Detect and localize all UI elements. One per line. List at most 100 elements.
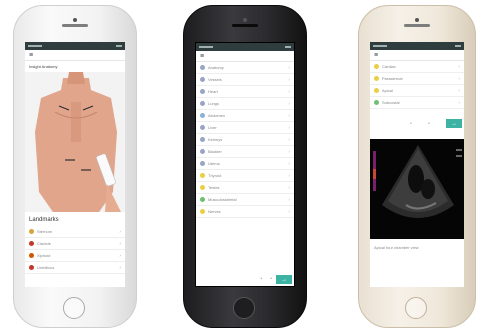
menu-icon[interactable]: ≡ <box>29 52 33 59</box>
arrow-right-icon: → <box>451 120 457 127</box>
category-dot-icon <box>200 65 205 70</box>
list-item[interactable]: Testes › <box>196 182 294 194</box>
phone-center-screen: ≡ Anatomy › Vessels › Heart › Lungs › Abdome… <box>195 42 295 287</box>
next-button[interactable]: → <box>276 275 292 284</box>
status-bar <box>25 42 125 50</box>
category-dot-icon <box>200 161 205 166</box>
arrow-right-icon: → <box>281 276 287 283</box>
category-dot-icon <box>200 137 205 142</box>
list-item[interactable]: Heart › <box>196 86 294 98</box>
list-item[interactable]: Uterus › <box>196 158 294 170</box>
home-button[interactable] <box>405 297 427 319</box>
chevron-right-icon: › <box>288 184 290 191</box>
more-icon[interactable]: • <box>410 121 412 127</box>
chevron-right-icon: › <box>458 87 460 94</box>
list-item[interactable]: Umbilicus › <box>25 262 125 274</box>
list-item[interactable]: Clavicle › <box>25 238 125 250</box>
list-item[interactable]: Cardiac › <box>370 61 464 73</box>
chevron-right-icon: › <box>119 264 121 271</box>
list-item[interactable]: Vessels › <box>196 74 294 86</box>
chevron-right-icon: › <box>458 99 460 106</box>
chevron-right-icon: › <box>288 196 290 203</box>
category-dot-icon <box>374 76 379 81</box>
app-toolbar: ≡ <box>196 51 294 62</box>
earpiece-speaker <box>62 24 88 27</box>
front-camera <box>415 18 419 22</box>
chevron-right-icon: › <box>288 148 290 155</box>
chevron-right-icon: › <box>288 208 290 215</box>
chevron-right-icon: › <box>119 240 121 247</box>
list-item[interactable]: Sternum › <box>25 226 125 238</box>
phone-right: ≡ Cardiac › Parasternal › Apical › Subcosta… <box>358 5 476 328</box>
chevron-right-icon: › <box>119 228 121 235</box>
front-camera <box>243 18 247 22</box>
list-item[interactable]: Bladder › <box>196 146 294 158</box>
more-icon[interactable]: • <box>260 276 262 282</box>
ultrasound-sector <box>370 139 464 239</box>
home-button[interactable] <box>63 297 85 319</box>
scan-caption: Apical four chamber view <box>374 245 419 250</box>
category-dot-icon <box>200 77 205 82</box>
status-bar <box>196 43 294 51</box>
phone-center: ≡ Anatomy › Vessels › Heart › Lungs › Abdome… <box>183 5 307 328</box>
chevron-right-icon: › <box>288 124 290 131</box>
menu-icon[interactable]: ≡ <box>374 52 378 59</box>
phone-right-screen: ≡ Cardiac › Parasternal › Apical › Subcosta… <box>370 42 464 287</box>
list-item[interactable]: Thyroid › <box>196 170 294 182</box>
chevron-right-icon: › <box>288 88 290 95</box>
list-item[interactable]: Musculoskeletal › <box>196 194 294 206</box>
category-dot-icon <box>200 113 205 118</box>
home-button[interactable] <box>233 297 255 319</box>
chevron-right-icon: › <box>288 172 290 179</box>
earpiece-speaker <box>232 24 258 27</box>
app-toolbar: ≡ <box>25 50 125 61</box>
chevron-right-icon: › <box>288 136 290 143</box>
category-dot-icon <box>374 88 379 93</box>
list-item[interactable]: Xiphoid › <box>25 250 125 262</box>
anatomy-illustration[interactable] <box>25 72 125 212</box>
category-dot-icon <box>29 241 34 246</box>
list-item[interactable]: Kidneys › <box>196 134 294 146</box>
list-item[interactable]: Liver › <box>196 122 294 134</box>
view-list: Cardiac › Parasternal › Apical › Subcostal › <box>370 61 464 109</box>
category-dot-icon <box>200 197 205 202</box>
chevron-right-icon: › <box>288 160 290 167</box>
status-bar <box>370 42 464 50</box>
category-dot-icon <box>200 125 205 130</box>
list-item[interactable]: Subcostal › <box>370 97 464 109</box>
torso-figure <box>25 72 125 212</box>
more-icon[interactable]: • <box>270 276 272 282</box>
category-dot-icon <box>200 173 205 178</box>
earpiece-speaker <box>404 24 430 27</box>
category-dot-icon <box>29 253 34 258</box>
list-item[interactable]: Abdomen › <box>196 110 294 122</box>
phone-left: ≡ Insight Anatomy Landmarks Sternum › Cla… <box>13 5 137 328</box>
chevron-right-icon: › <box>119 252 121 259</box>
list-item[interactable]: Parasternal › <box>370 73 464 85</box>
category-dot-icon <box>29 229 34 234</box>
phone-left-screen: ≡ Insight Anatomy Landmarks Sternum › Cla… <box>25 42 125 287</box>
landmark-list: Sternum › Clavicle › Xiphoid › Umbilicus › <box>25 226 125 274</box>
list-item[interactable]: Nerves › <box>196 206 294 218</box>
ultrasound-image[interactable] <box>370 139 464 239</box>
chevron-right-icon: › <box>288 100 290 107</box>
list-item[interactable]: Anatomy › <box>196 62 294 74</box>
section-heading: Landmarks <box>29 217 59 223</box>
chevron-right-icon: › <box>458 63 460 70</box>
chevron-right-icon: › <box>288 64 290 71</box>
category-dot-icon <box>200 101 205 106</box>
category-dot-icon <box>200 209 205 214</box>
more-icon[interactable]: • <box>428 121 430 127</box>
list-item[interactable]: Lungs › <box>196 98 294 110</box>
chevron-right-icon: › <box>288 76 290 83</box>
category-dot-icon <box>374 64 379 69</box>
category-dot-icon <box>374 100 379 105</box>
menu-icon[interactable]: ≡ <box>200 53 204 60</box>
list-item[interactable]: Apical › <box>370 85 464 97</box>
app-toolbar: ≡ <box>370 50 464 61</box>
chevron-right-icon: › <box>288 112 290 119</box>
next-button[interactable]: → <box>446 119 462 128</box>
category-dot-icon <box>200 149 205 154</box>
category-dot-icon <box>200 185 205 190</box>
category-list: Anatomy › Vessels › Heart › Lungs › Abdomen ›… <box>196 62 294 218</box>
